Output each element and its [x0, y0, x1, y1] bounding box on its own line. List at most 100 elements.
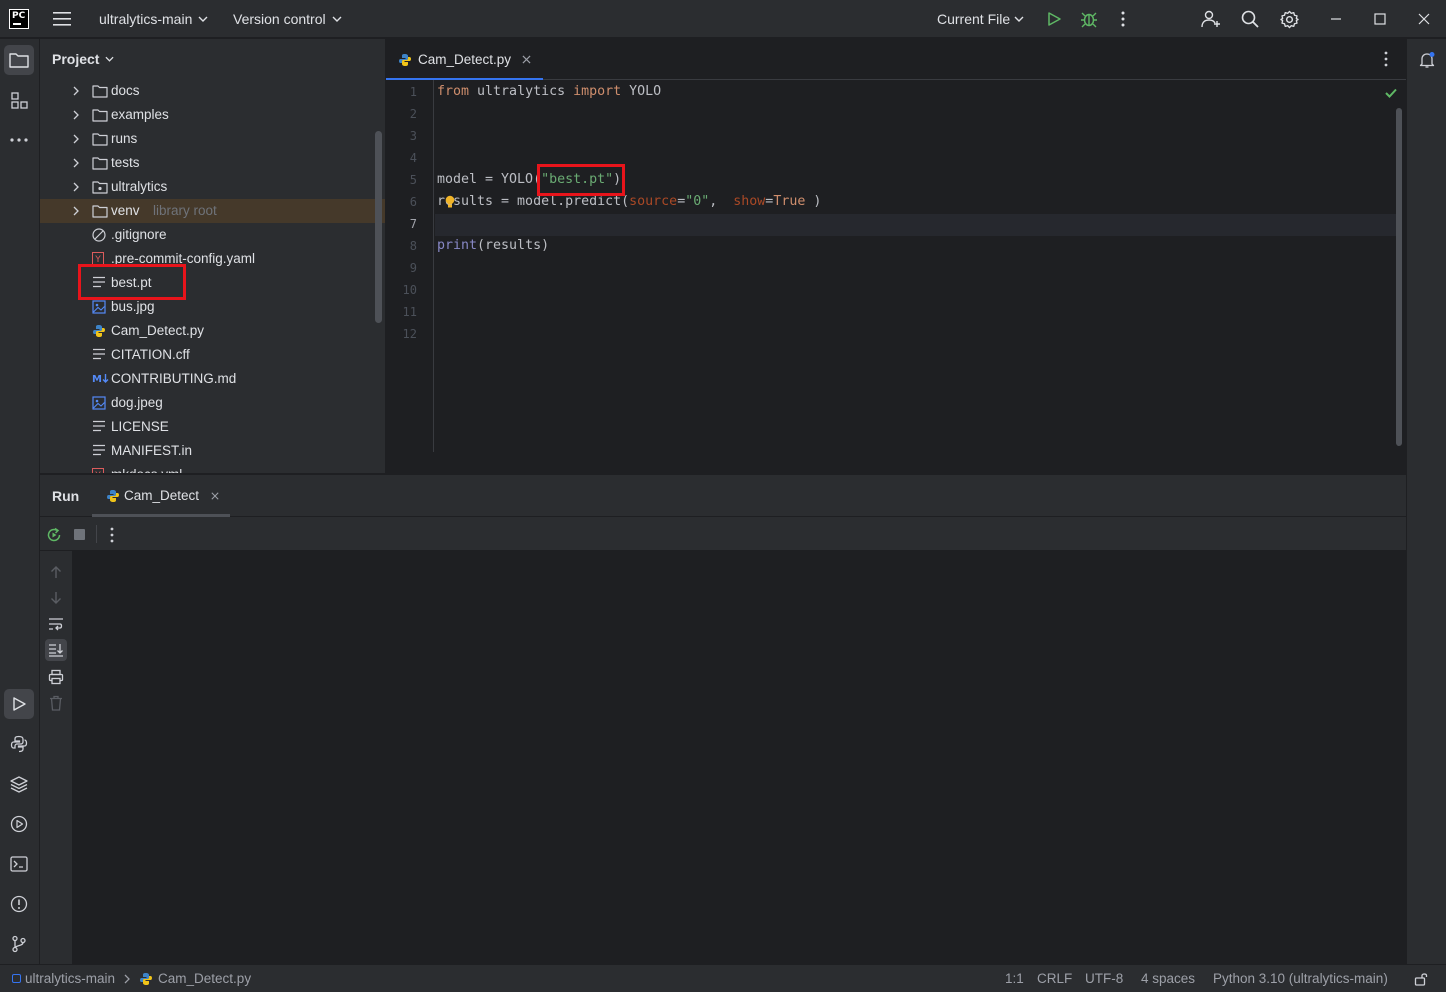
arrow-up-icon[interactable] [50, 565, 62, 579]
line-number: 4 [409, 151, 417, 165]
caret-position[interactable]: 1:1 [1005, 971, 1024, 986]
python-interpreter[interactable]: Python 3.10 (ultralytics-main) [1213, 971, 1388, 986]
close-icon[interactable] [522, 55, 531, 64]
run-toolbar [40, 517, 1406, 551]
chevron-right-icon[interactable] [73, 206, 79, 216]
more-actions-button[interactable] [1120, 0, 1126, 38]
vcs-selector[interactable]: Version control [233, 0, 342, 38]
arrow-down-icon[interactable] [50, 591, 62, 605]
git-branch-icon [12, 935, 26, 953]
settings-button[interactable] [1280, 0, 1299, 38]
project-selector[interactable]: ultralytics-main [99, 0, 208, 38]
tree-item[interactable]: .gitignore [40, 223, 385, 247]
text-file-icon [92, 348, 108, 362]
rerun-icon[interactable] [46, 527, 62, 543]
main-menu-button[interactable] [53, 0, 71, 38]
soft-wrap-icon[interactable] [48, 617, 64, 631]
tree-item-label: examples [111, 107, 169, 122]
maximize-button[interactable] [1374, 0, 1386, 38]
run-button[interactable] [1046, 0, 1062, 38]
breadcrumb-file[interactable]: Cam_Detect.py [158, 971, 251, 986]
python-console-button[interactable] [4, 729, 34, 759]
run-panel-header: Run Cam_Detect [40, 475, 1406, 517]
project-panel: Project docs examples runs tests ultralytics… [40, 39, 385, 473]
minimize-button[interactable] [1330, 0, 1342, 38]
maximize-icon [1374, 13, 1386, 25]
tree-item[interactable]: dog.jpeg [40, 391, 385, 415]
chevron-right-icon[interactable] [73, 158, 79, 168]
python-file-icon [140, 972, 153, 985]
scroll-to-end-button[interactable] [45, 639, 67, 661]
editor-tab-options-button[interactable] [1383, 51, 1389, 67]
editor-scrollbar[interactable] [1396, 108, 1402, 446]
problems-button[interactable] [4, 889, 34, 919]
tree-item[interactable]: tests [40, 151, 385, 175]
chevron-down-icon [198, 16, 208, 22]
more-vertical-icon[interactable] [109, 527, 115, 543]
run-console-output[interactable] [72, 551, 1406, 965]
tree-item[interactable]: examples [40, 103, 385, 127]
close-icon[interactable] [211, 492, 219, 500]
tree-item[interactable]: Ymkdocs.yml [40, 463, 385, 473]
chevron-right-icon[interactable] [73, 182, 79, 192]
line-number: 11 [402, 305, 417, 319]
folder-icon [92, 156, 108, 170]
unlock-icon[interactable] [1414, 972, 1428, 986]
lightbulb-icon[interactable] [445, 195, 455, 209]
code-editor[interactable]: 1 2 3 4 5 6 7 8 9 10 11 12 from ultralytics import … [386, 80, 1406, 452]
close-window-button[interactable] [1418, 0, 1430, 38]
bug-icon [1081, 12, 1097, 28]
indent-setting[interactable]: 4 spaces [1141, 971, 1195, 986]
code-with-me-button[interactable] [1201, 0, 1221, 38]
more-tools-button[interactable] [4, 125, 34, 155]
scroll-to-end-icon [49, 644, 63, 657]
tab-cam-detect[interactable]: Cam_Detect.py [386, 39, 543, 81]
run-config-selector[interactable]: Current File [937, 0, 1024, 38]
tree-item[interactable]: LICENSE [40, 415, 385, 439]
project-tool-button[interactable] [4, 45, 34, 75]
tree-item[interactable]: CITATION.cff [40, 343, 385, 367]
structure-tool-button[interactable] [4, 85, 34, 115]
search-button[interactable] [1241, 0, 1259, 38]
notifications-button[interactable] [1412, 45, 1442, 75]
chevron-right-icon[interactable] [73, 110, 79, 120]
tree-item[interactable]: runs [40, 127, 385, 151]
python-file-icon [107, 490, 119, 502]
print-icon[interactable] [48, 669, 64, 685]
chevron-right-icon[interactable] [73, 134, 79, 144]
tree-item[interactable]: Cam_Detect.py [40, 319, 385, 343]
line-separator[interactable]: CRLF [1037, 971, 1072, 986]
ignore-file-icon [92, 228, 108, 242]
stop-icon[interactable] [74, 529, 85, 540]
search-icon [1241, 10, 1259, 28]
services-button[interactable] [4, 809, 34, 839]
python-packages-button[interactable] [4, 769, 34, 799]
line-number: 3 [409, 129, 417, 143]
run-tab-label: Cam_Detect [124, 488, 200, 503]
debug-button[interactable] [1080, 0, 1098, 38]
tree-item[interactable]: venv library root [40, 199, 385, 223]
run-tool-button[interactable] [4, 689, 34, 719]
text-file-icon [92, 444, 108, 458]
tree-item[interactable]: ultralytics [40, 175, 385, 199]
trash-icon[interactable] [49, 695, 63, 711]
tree-item[interactable]: MANIFEST.in [40, 439, 385, 463]
tree-item[interactable]: docs [40, 79, 385, 103]
file-encoding[interactable]: UTF-8 [1085, 971, 1123, 986]
project-panel-header[interactable]: Project [52, 51, 115, 67]
chevron-right-icon[interactable] [73, 86, 79, 96]
project-scrollbar[interactable] [375, 131, 382, 323]
tree-item-label: CONTRIBUTING.md [111, 371, 237, 386]
chevron-down-icon [105, 56, 115, 62]
tree-item-label: CITATION.cff [111, 347, 190, 362]
run-panel: Run Cam_Detect [40, 474, 1406, 965]
terminal-button[interactable] [4, 849, 34, 879]
git-button[interactable] [4, 929, 34, 959]
run-tab-cam-detect[interactable]: Cam_Detect [92, 475, 230, 517]
current-line-highlight [435, 214, 1399, 236]
breadcrumb-project[interactable]: ultralytics-main [25, 971, 115, 986]
editor-tab-bar: Cam_Detect.py [386, 39, 1406, 81]
title-bar: PC ultralytics-main Version control Curr… [0, 0, 1446, 38]
folder-icon [92, 84, 108, 98]
tree-item[interactable]: M CONTRIBUTING.md [40, 367, 385, 391]
